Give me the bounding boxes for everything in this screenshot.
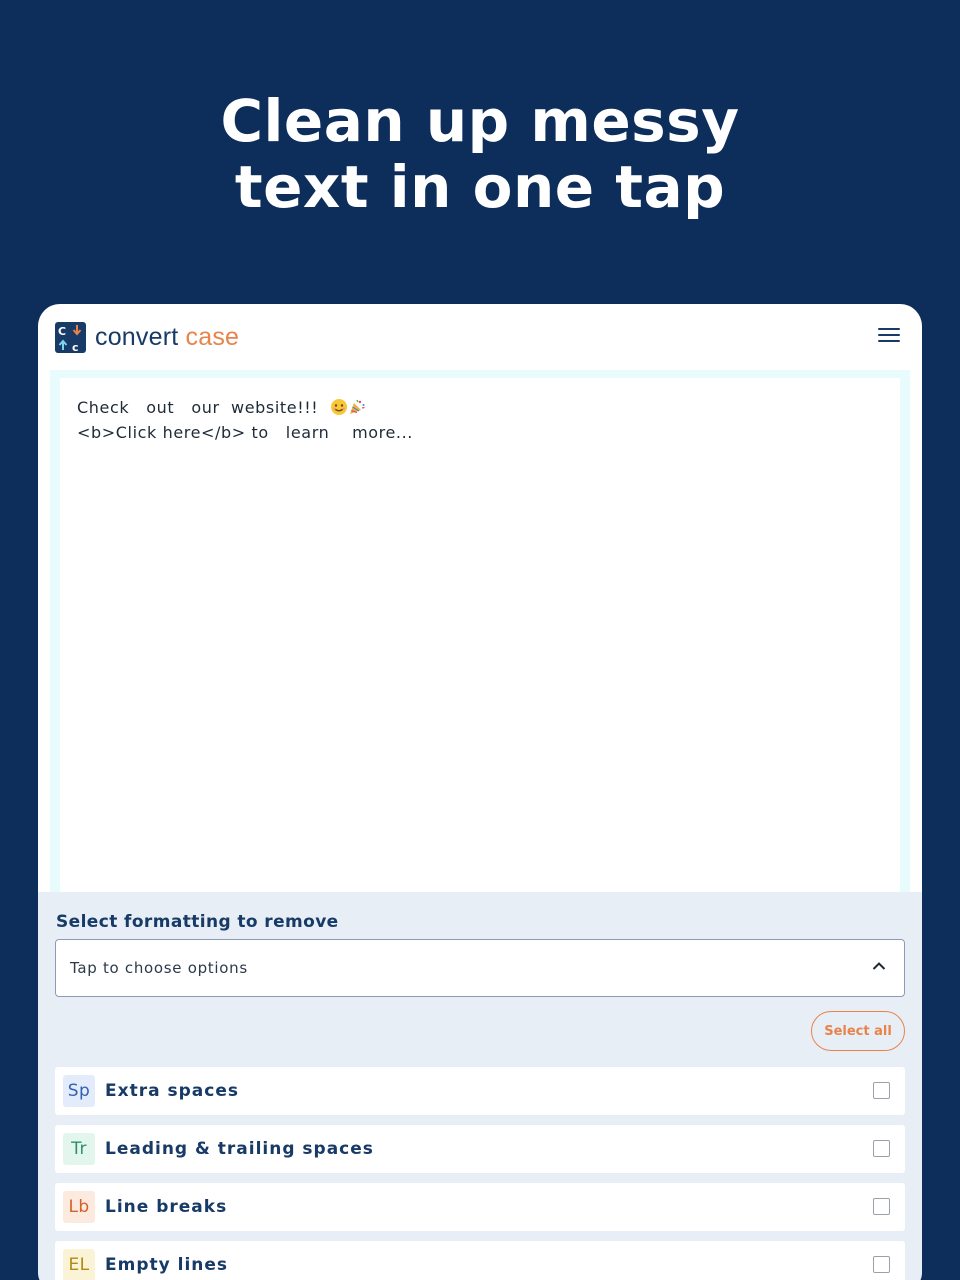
option-badge: Lb: [63, 1191, 95, 1223]
party-popper-icon: [348, 398, 366, 416]
text-editor[interactable]: Check out our website!!! <b>Click here</…: [60, 378, 900, 894]
brand-name-part-1: convert: [95, 322, 179, 351]
editor-line-2: <b>Click here</b> to learn more...: [77, 423, 413, 442]
brand-name[interactable]: convert case: [95, 323, 239, 352]
option-row-empty-lines[interactable]: EL Empty lines: [55, 1241, 905, 1280]
dropdown-placeholder: Tap to choose options: [70, 959, 248, 977]
svg-text:c: c: [72, 341, 79, 353]
hamburger-menu-icon[interactable]: [878, 328, 900, 346]
option-checkbox[interactable]: [873, 1140, 890, 1157]
option-badge: EL: [63, 1249, 95, 1280]
brand-name-part-2: case: [185, 322, 240, 351]
option-row-leading-trailing-spaces[interactable]: Tr Leading & trailing spaces: [55, 1125, 905, 1173]
app-screen: C c convert case Check out our website!!…: [38, 304, 922, 1280]
option-row-extra-spaces[interactable]: Sp Extra spaces: [55, 1067, 905, 1115]
select-all-button[interactable]: Select all: [811, 1011, 905, 1051]
headline-line-1: Clean up messy: [220, 87, 740, 155]
option-checkbox[interactable]: [873, 1256, 890, 1273]
app-header: C c convert case: [38, 304, 922, 370]
svg-text:C: C: [58, 325, 66, 338]
option-label: Empty lines: [105, 1255, 229, 1275]
option-label: Line breaks: [105, 1197, 228, 1217]
convert-case-logo-icon: C c: [55, 321, 86, 353]
option-label: Extra spaces: [105, 1081, 239, 1101]
option-label: Leading & trailing spaces: [105, 1139, 374, 1159]
option-badge: Sp: [63, 1075, 95, 1107]
option-row-line-breaks[interactable]: Lb Line breaks: [55, 1183, 905, 1231]
smiling-face-icon: [330, 398, 348, 416]
option-badge: Tr: [63, 1133, 95, 1165]
option-checkbox[interactable]: [873, 1082, 890, 1099]
options-title: Select formatting to remove: [56, 912, 339, 932]
editor-line-1: Check out our website!!!: [77, 398, 330, 417]
formatting-options-dropdown[interactable]: Tap to choose options: [55, 939, 905, 997]
headline-line-2: text in one tap: [234, 153, 726, 221]
text-editor-frame: Check out our website!!! <b>Click here</…: [50, 370, 910, 894]
chevron-up-icon: [872, 962, 886, 970]
formatting-options-panel: Select formatting to remove Tap to choos…: [38, 892, 922, 1280]
headline: Clean up messy text in one tap: [0, 88, 960, 220]
option-checkbox[interactable]: [873, 1198, 890, 1215]
